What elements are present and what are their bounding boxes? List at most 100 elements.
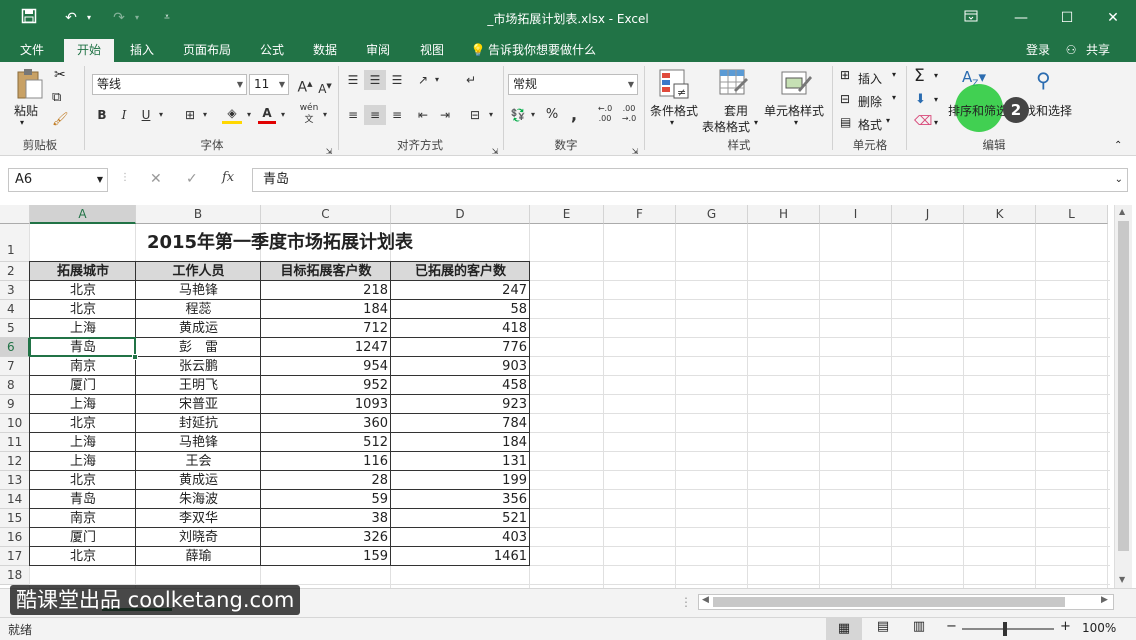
increase-decimal-icon[interactable]: ←.0.00: [594, 104, 616, 124]
cell-styles-dropdown-icon[interactable]: ▾: [794, 118, 798, 127]
tab-splitter-icon[interactable]: ⋮: [680, 595, 692, 609]
align-right-icon[interactable]: ≡: [386, 105, 408, 125]
row-header[interactable]: 10: [0, 414, 30, 433]
select-all-corner[interactable]: [0, 205, 30, 224]
formula-input[interactable]: 青岛 ⌄: [252, 168, 1128, 192]
align-left-icon[interactable]: ≡: [342, 105, 364, 125]
decrease-decimal-icon[interactable]: .00 →.0: [618, 104, 640, 124]
formula-bar-splitter-icon[interactable]: ⋮: [120, 172, 130, 183]
table-cell[interactable]: 张云鹏: [136, 357, 261, 376]
table-cell[interactable]: 上海: [30, 452, 136, 471]
font-name-box[interactable]: 等线 ▼: [92, 74, 247, 95]
orientation-dropdown-icon[interactable]: ▾: [432, 70, 442, 90]
tab-page-layout[interactable]: 页面布局: [174, 39, 240, 62]
table-cell[interactable]: 上海: [30, 433, 136, 452]
table-header-cell[interactable]: 已拓展的客户数: [391, 262, 530, 281]
dialog-launcher-icon[interactable]: ⇲: [324, 142, 334, 162]
format-cells-button[interactable]: 格式: [858, 116, 882, 133]
font-color-dropdown-icon[interactable]: ▾: [278, 105, 288, 125]
fill-color-icon[interactable]: ◈: [222, 105, 242, 124]
column-header[interactable]: K: [964, 205, 1036, 224]
insert-cells-button[interactable]: 插入: [858, 70, 882, 87]
conditional-format-icon[interactable]: ≠: [658, 68, 690, 103]
table-cell[interactable]: 宋普亚: [136, 395, 261, 414]
delete-cells-button[interactable]: 删除: [858, 93, 882, 110]
table-cell[interactable]: 952: [261, 376, 391, 395]
page-layout-view-icon[interactable]: ▤: [872, 619, 894, 634]
column-header[interactable]: L: [1036, 205, 1108, 224]
table-cell[interactable]: 159: [261, 547, 391, 566]
horizontal-scrollbar[interactable]: ◀ ▶: [698, 594, 1114, 610]
hscroll-thumb[interactable]: [713, 597, 1065, 607]
zoom-slider-thumb[interactable]: [1003, 622, 1007, 636]
row-header[interactable]: 6: [0, 338, 30, 357]
table-cell[interactable]: 403: [391, 528, 530, 547]
format-cells-icon[interactable]: ▤: [840, 115, 851, 129]
column-header[interactable]: F: [604, 205, 676, 224]
number-format-box[interactable]: 常规 ▼: [508, 74, 638, 95]
autosum-icon[interactable]: Σ: [914, 66, 925, 86]
tab-home[interactable]: 开始: [64, 39, 114, 62]
merge-center-icon[interactable]: ⊟: [464, 105, 486, 125]
table-cell[interactable]: 59: [261, 490, 391, 509]
table-cell[interactable]: 1093: [261, 395, 391, 414]
wrap-text-icon[interactable]: ↵: [460, 70, 482, 90]
align-center-icon[interactable]: ≡: [364, 105, 386, 125]
table-cell[interactable]: 厦门: [30, 528, 136, 547]
zoom-out-icon[interactable]: −: [946, 619, 957, 634]
cell-styles-button[interactable]: 单元格样式: [764, 102, 824, 119]
collapse-ribbon-icon[interactable]: ⌃: [1114, 140, 1122, 151]
accounting-format-icon[interactable]: 💱: [508, 105, 528, 125]
copy-icon[interactable]: ⧉: [52, 90, 61, 105]
table-cell[interactable]: 上海: [30, 319, 136, 338]
sort-filter-button[interactable]: 排序和筛选: [948, 102, 1008, 119]
dialog-launcher-icon[interactable]: ⇲: [490, 142, 500, 162]
conditional-dropdown-icon[interactable]: ▾: [670, 118, 674, 127]
underline-dropdown-icon[interactable]: ▾: [156, 105, 166, 125]
table-cell[interactable]: 厦门: [30, 376, 136, 395]
table-cell[interactable]: 北京: [30, 300, 136, 319]
table-cell[interactable]: 218: [261, 281, 391, 300]
column-header[interactable]: D: [391, 205, 530, 224]
table-cell[interactable]: 776: [391, 338, 530, 357]
table-cell[interactable]: 黄成运: [136, 319, 261, 338]
table-cell[interactable]: 黄成运: [136, 471, 261, 490]
row-header[interactable]: 9: [0, 395, 30, 414]
table-header-cell[interactable]: 拓展城市: [30, 262, 136, 281]
table-cell[interactable]: 马艳锋: [136, 281, 261, 300]
tab-review[interactable]: 审阅: [356, 39, 400, 62]
column-header[interactable]: J: [892, 205, 964, 224]
page-break-view-icon[interactable]: ▥: [908, 619, 930, 634]
table-cell[interactable]: 28: [261, 471, 391, 490]
table-cell[interactable]: 326: [261, 528, 391, 547]
table-cell[interactable]: 184: [391, 433, 530, 452]
table-cell[interactable]: 58: [391, 300, 530, 319]
row-header[interactable]: 1: [0, 224, 30, 262]
table-cell[interactable]: 薛瑜: [136, 547, 261, 566]
table-cell[interactable]: 王会: [136, 452, 261, 471]
tab-file[interactable]: 文件: [8, 39, 56, 62]
table-cell[interactable]: 青岛: [30, 490, 136, 509]
name-box[interactable]: A6 ▼: [8, 168, 108, 192]
enter-icon[interactable]: ✓: [186, 171, 198, 187]
table-cell[interactable]: 512: [261, 433, 391, 452]
column-header[interactable]: B: [136, 205, 261, 224]
column-header[interactable]: G: [676, 205, 748, 224]
row-header[interactable]: 3: [0, 281, 30, 300]
column-header[interactable]: A: [30, 205, 136, 224]
table-cell[interactable]: 247: [391, 281, 530, 300]
percent-button[interactable]: %: [543, 105, 561, 125]
normal-view-icon[interactable]: ▦: [826, 618, 862, 640]
table-cell[interactable]: 北京: [30, 471, 136, 490]
font-color-icon[interactable]: A: [258, 105, 276, 124]
row-header[interactable]: 17: [0, 547, 30, 566]
paste-dropdown-icon[interactable]: ▾: [20, 118, 24, 127]
scroll-down-icon[interactable]: ▼: [1119, 575, 1125, 584]
row-header[interactable]: 11: [0, 433, 30, 452]
signin-button[interactable]: 登录: [1020, 39, 1056, 62]
decrease-indent-icon[interactable]: ⇤: [412, 105, 434, 125]
search-icon[interactable]: ⚲: [1036, 68, 1051, 92]
expand-formula-icon[interactable]: ⌄: [1115, 169, 1123, 191]
cell-styles-icon[interactable]: [780, 68, 812, 103]
decrease-font-icon[interactable]: A▼: [316, 76, 334, 99]
